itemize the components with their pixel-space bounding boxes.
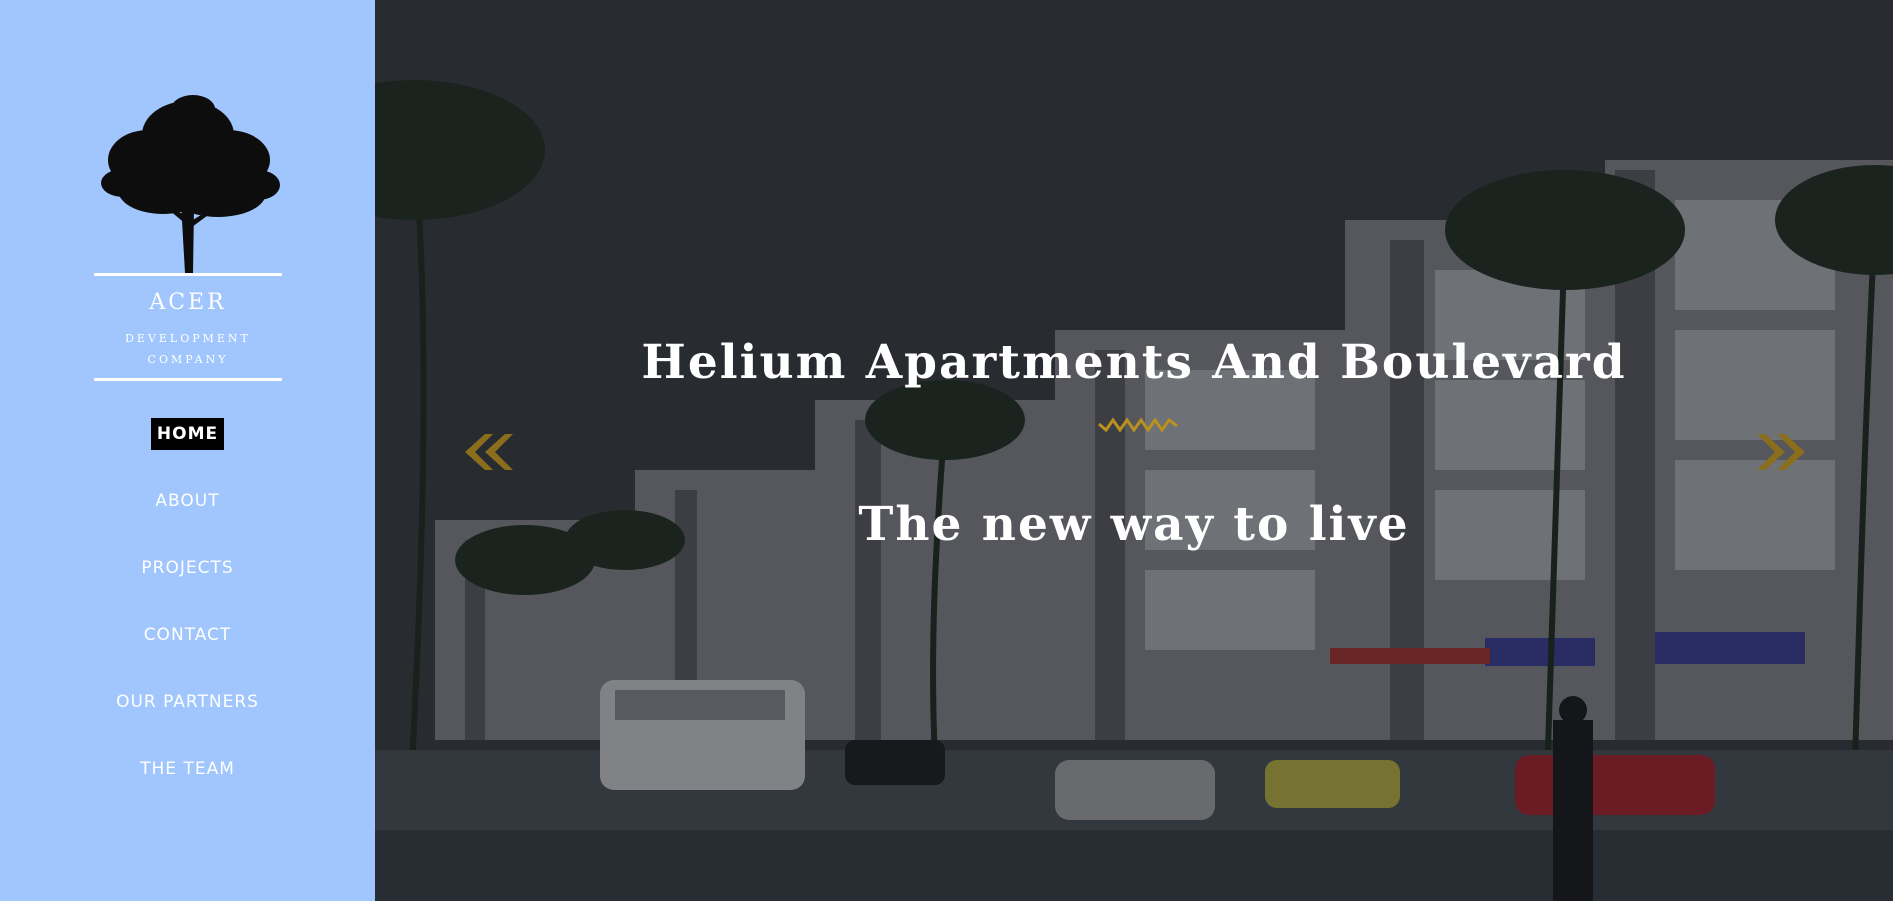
nav-projects[interactable]: PROJECTS — [0, 552, 375, 584]
nav-contact[interactable]: CONTACT — [0, 619, 375, 651]
nav-about-label: ABOUT — [155, 491, 220, 511]
double-chevron-right-icon — [1757, 434, 1805, 470]
slider-next-button[interactable] — [1757, 432, 1807, 472]
nav-contact-label: CONTACT — [143, 625, 232, 645]
nav-home[interactable]: HOME — [0, 418, 375, 450]
logo-divider-bottom — [94, 378, 282, 381]
brand-subtitle-line1: DEVELOPMENT — [125, 332, 251, 345]
brand-name: ACER — [149, 290, 227, 315]
zigzag-divider-icon — [1098, 417, 1178, 433]
slider-prev-button[interactable] — [463, 432, 513, 472]
nav-the-team-label: THE TEAM — [140, 759, 235, 779]
hero-subtitle: The new way to live — [858, 497, 1410, 552]
nav-about[interactable]: ABOUT — [0, 485, 375, 517]
nav-our-partners[interactable]: OUR PARTNERS — [0, 686, 375, 718]
nav-home-label: HOME — [150, 418, 225, 450]
double-chevron-left-icon — [465, 434, 513, 470]
tree-icon[interactable] — [93, 95, 283, 275]
brand-subtitle-line2: COMPANY — [147, 353, 229, 366]
hero-slider: Helium Apartments And Boulevard The new … — [375, 0, 1893, 901]
brand-subtitle: DEVELOPMENT COMPANY — [94, 328, 282, 370]
nav-projects-label: PROJECTS — [141, 558, 234, 578]
nav-the-team[interactable]: THE TEAM — [0, 753, 375, 785]
nav-our-partners-label: OUR PARTNERS — [116, 692, 259, 712]
sidebar: ACER DEVELOPMENT COMPANY HOME ABOUT PROJ… — [0, 0, 375, 901]
hero-title: Helium Apartments And Boulevard — [641, 335, 1627, 390]
hero-dark-overlay — [375, 0, 1893, 901]
logo-divider-top — [94, 273, 282, 276]
